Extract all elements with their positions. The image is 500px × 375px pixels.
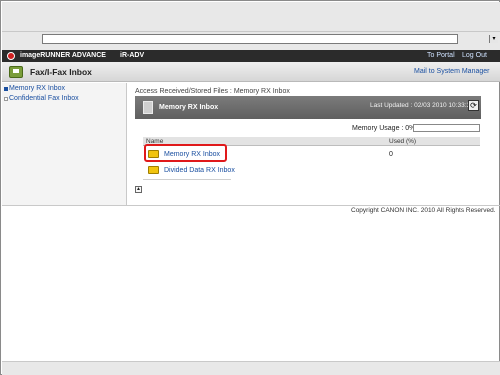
- address-field[interactable]: ▾: [42, 34, 498, 44]
- browser-status-bar: [2, 361, 500, 375]
- refresh-icon[interactable]: ⟳: [468, 100, 479, 111]
- inbox-icon: [143, 101, 153, 114]
- sidebar: Memory RX Inbox Confidential Fax Inbox: [2, 83, 127, 205]
- table-row: Divided Data RX Inbox: [143, 163, 480, 178]
- app-header: imageRUNNER ADVANCE iR-ADV To Portal Log…: [2, 50, 500, 62]
- to-portal-link[interactable]: To Portal: [427, 52, 455, 59]
- copyright: Copyright CANON INC. 2010 All Rights Res…: [351, 207, 496, 214]
- sidebar-item-memory-rx-inbox[interactable]: Memory RX Inbox: [9, 85, 65, 92]
- mail-to-system-manager-link[interactable]: Mail to System Manager: [414, 68, 489, 75]
- inbox-link-divided-data-rx[interactable]: Divided Data RX Inbox: [164, 167, 235, 174]
- device-name: iR-ADV: [120, 52, 145, 59]
- browser-toolbar: [2, 2, 500, 32]
- memory-usage-bar: [413, 124, 480, 132]
- log-out-link[interactable]: Log Out: [462, 52, 487, 59]
- panel-header: Memory RX Inbox Last Updated : 02/03 201…: [135, 96, 481, 119]
- highlight-outline: [144, 144, 227, 162]
- column-header-used: Used (%): [389, 138, 417, 145]
- sidebar-item-confidential-fax-inbox[interactable]: Confidential Fax Inbox: [9, 95, 79, 102]
- panel-title: Memory RX Inbox: [159, 104, 219, 111]
- page-top-icon[interactable]: ▲: [135, 186, 142, 193]
- address-dropdown-icon[interactable]: ▾: [489, 35, 498, 43]
- address-bar-row: ▾: [2, 32, 500, 46]
- breadcrumb: Access Received/Stored Files : Memory RX…: [135, 88, 290, 95]
- row-divider: [143, 179, 231, 180]
- browser-window: ▾ imageRUNNER ADVANCE iR-ADV To Portal L…: [0, 0, 500, 375]
- memory-usage-label: Memory Usage : 0%: [352, 125, 416, 132]
- section-header: Fax/I-Fax Inbox Mail to System Manager: [2, 62, 500, 82]
- footer-divider: [2, 205, 500, 206]
- app-brand: imageRUNNER ADVANCE: [20, 52, 106, 59]
- canon-logo-icon: [7, 52, 15, 60]
- fax-icon: [9, 66, 23, 78]
- used-percent: 0: [389, 151, 393, 158]
- active-bullet-icon: [4, 87, 8, 91]
- page-title: Fax/I-Fax Inbox: [30, 67, 92, 77]
- folder-icon[interactable]: [148, 166, 159, 174]
- bullet-icon: [4, 97, 8, 101]
- last-updated: Last Updated : 02/03 2010 10:33:32: [370, 102, 474, 109]
